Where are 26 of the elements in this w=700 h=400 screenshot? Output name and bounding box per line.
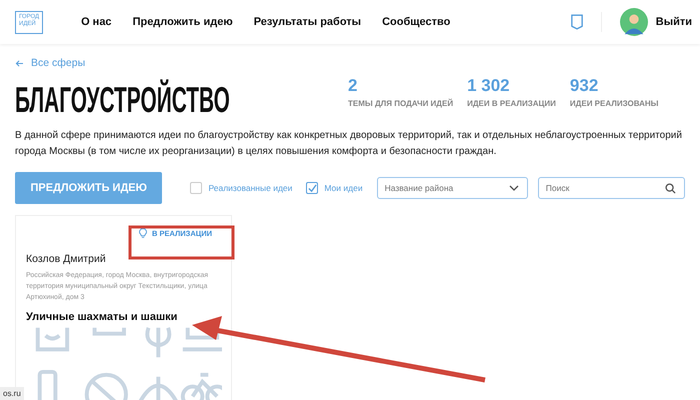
description: В данной сфере принимаются идеи по благоустройству как конкретных дворовых территорий, так и отдельных неблагоустроенных территорий города Москвы (в том числе их реорганизации) в целях повышения комфорта и безопасности граждан. <box>15 129 683 159</box>
shield-icon[interactable] <box>570 14 583 30</box>
page-title: БЛАГОУСТРОЙСТВО <box>15 78 230 122</box>
nav-link[interactable]: Результаты работы <box>254 16 362 28</box>
nav-link[interactable]: О нас <box>81 16 112 28</box>
author-name: Козлов Дмитрий <box>26 253 107 265</box>
stat-label: ТЕМЫ ДЛЯ ПОДАЧИ ИДЕЙ <box>348 99 454 108</box>
nav-link[interactable]: Сообщество <box>382 16 450 28</box>
nav-link[interactable]: Предложить идею <box>132 16 233 28</box>
stat-label: ИДЕИ РЕАЛИЗОВАНЫ <box>570 99 658 108</box>
idea-title: Уличные шахматы и шашки <box>26 311 178 323</box>
arrow-left-icon <box>15 60 24 66</box>
stat-value: 932 <box>570 76 600 96</box>
lightbulb-icon <box>138 228 147 239</box>
search-field[interactable]: Поиск <box>538 177 685 199</box>
stat-value: 2 <box>348 76 358 96</box>
status-bar-url: os.ru <box>0 387 24 400</box>
checkbox[interactable] <box>190 182 202 194</box>
avatar-icon[interactable] <box>620 8 648 36</box>
district-dropdown[interactable]: Название района <box>376 177 528 199</box>
search-icon <box>665 182 676 194</box>
chevron-down-icon <box>508 185 519 191</box>
stat-label: ИДЕИ В РЕАЛИЗАЦИИ <box>467 99 556 108</box>
logout-link[interactable]: Выйти <box>656 16 692 28</box>
stat-value: 1 302 <box>467 76 511 96</box>
checkbox[interactable] <box>306 182 318 194</box>
